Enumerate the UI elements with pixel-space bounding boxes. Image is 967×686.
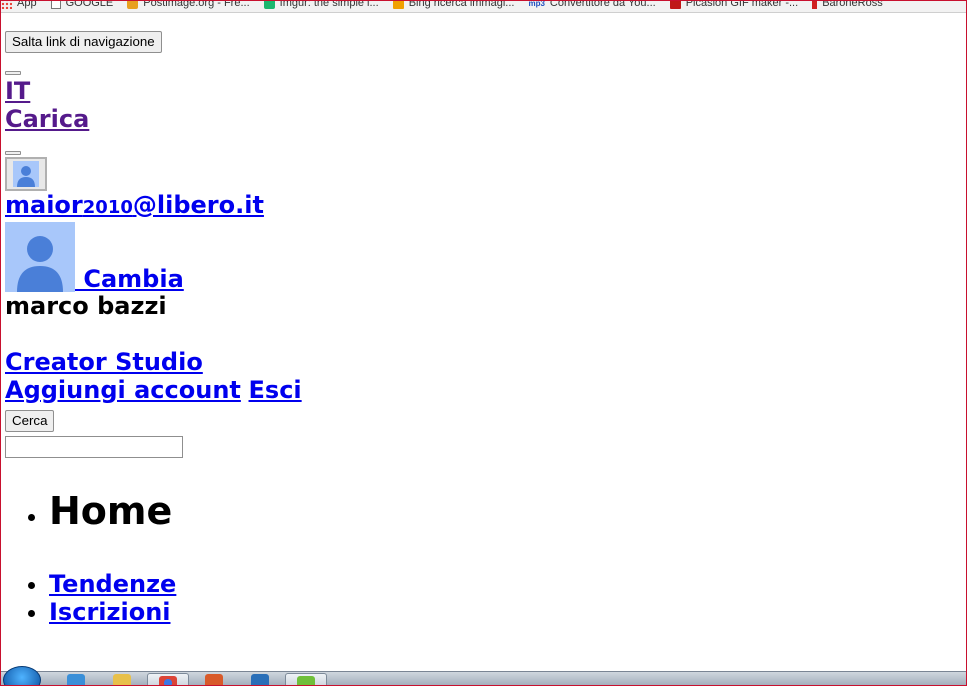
taskbar-slot-chrome[interactable]	[147, 673, 189, 685]
bookmark-apps[interactable]: App	[1, 0, 37, 10]
nav-item-trending: Tendenze	[49, 570, 955, 598]
account-name: marco bazzi	[5, 292, 167, 320]
picasion-icon	[669, 1, 681, 9]
change-link-label: Cambia	[75, 265, 184, 293]
bookmark-label: GOOGLE	[65, 0, 114, 9]
home-heading: Home	[49, 489, 173, 533]
creator-studio-link[interactable]: Creator Studio	[5, 348, 955, 376]
bookmark-baronerosso[interactable]: BaroneRoss	[812, 0, 883, 10]
avatar-large	[5, 222, 75, 292]
bookmark-label: Convertitore da You...	[549, 0, 656, 9]
bookmark-label: Imgur: the simple i...	[279, 0, 379, 9]
upload-link[interactable]: Carica	[5, 105, 955, 133]
folder-icon[interactable]	[113, 674, 131, 685]
change-avatar-link[interactable]: Cambia	[5, 222, 955, 292]
start-button[interactable]	[3, 666, 41, 685]
paint-icon	[297, 676, 315, 685]
account-email-link[interactable]: maior2010@libero.it	[5, 191, 955, 222]
bookmark-imgur[interactable]: Imgur: the simple i...	[263, 0, 379, 10]
page-content: Salta link di navigazione IT Carica maio…	[5, 31, 955, 626]
windows-taskbar	[1, 666, 966, 685]
email-digits: 2010	[82, 197, 133, 218]
browser-viewport: App GOOGLE Postimage.org - Fre... Imgur:…	[0, 0, 967, 686]
search-row	[5, 436, 955, 458]
bookmark-postimage[interactable]: Postimage.org - Fre...	[127, 0, 250, 10]
imgur-icon	[263, 1, 275, 9]
bookmark-converter[interactable]: mp3 Convertitore da You...	[528, 0, 656, 10]
page-icon	[50, 1, 61, 9]
search-input[interactable]	[5, 436, 183, 458]
account-actions: Aggiungi account Esci	[5, 376, 955, 404]
subscriptions-link[interactable]: Iscrizioni	[49, 598, 171, 626]
avatar-small[interactable]	[5, 157, 47, 191]
search-button[interactable]: Cerca	[5, 410, 55, 432]
nav-list: Tendenze Iscrizioni	[5, 570, 955, 626]
user-avatar-icon	[13, 161, 39, 187]
bookmark-label: Postimage.org - Fre...	[143, 0, 250, 9]
bookmark-label: App	[17, 0, 37, 9]
chrome-icon	[159, 676, 177, 685]
language-link[interactable]: IT	[5, 77, 955, 105]
logout-link[interactable]: Esci	[249, 376, 302, 404]
bookmark-google[interactable]: GOOGLE	[50, 0, 114, 10]
baronerosso-icon	[812, 1, 818, 9]
media-icon[interactable]	[205, 674, 223, 685]
nav-item-home[interactable]: Home	[49, 488, 955, 534]
trending-link[interactable]: Tendenze	[49, 570, 176, 598]
guide-menu-button[interactable]	[5, 71, 21, 75]
app-icon[interactable]	[251, 674, 269, 685]
browser-icon[interactable]	[67, 674, 85, 685]
bookmark-picasion[interactable]: Picasion GIF maker -...	[669, 0, 799, 10]
account-menu-button[interactable]	[5, 151, 21, 155]
user-avatar-icon	[5, 222, 75, 292]
apps-icon	[1, 1, 12, 9]
bing-icon	[392, 1, 404, 9]
email-suffix: @libero.it	[132, 191, 264, 219]
bookmarks-bar: App GOOGLE Postimage.org - Fre... Imgur:…	[1, 0, 966, 13]
postimage-icon	[127, 1, 139, 9]
bookmark-bing[interactable]: Bing ricerca immagi...	[392, 0, 515, 10]
email-prefix: maior	[5, 191, 83, 219]
add-account-link[interactable]: Aggiungi account	[5, 376, 241, 404]
nav-home-list: Home	[5, 488, 955, 534]
bookmark-label: Picasion GIF maker -...	[685, 0, 799, 9]
taskbar-slot-app[interactable]	[285, 673, 327, 685]
skip-navigation-button[interactable]: Salta link di navigazione	[5, 31, 162, 53]
mp3-icon: mp3	[528, 0, 545, 8]
bookmark-label: Bing ricerca immagi...	[408, 0, 515, 9]
bookmark-label: BaroneRoss	[822, 0, 883, 9]
nav-item-subscriptions: Iscrizioni	[49, 598, 955, 626]
